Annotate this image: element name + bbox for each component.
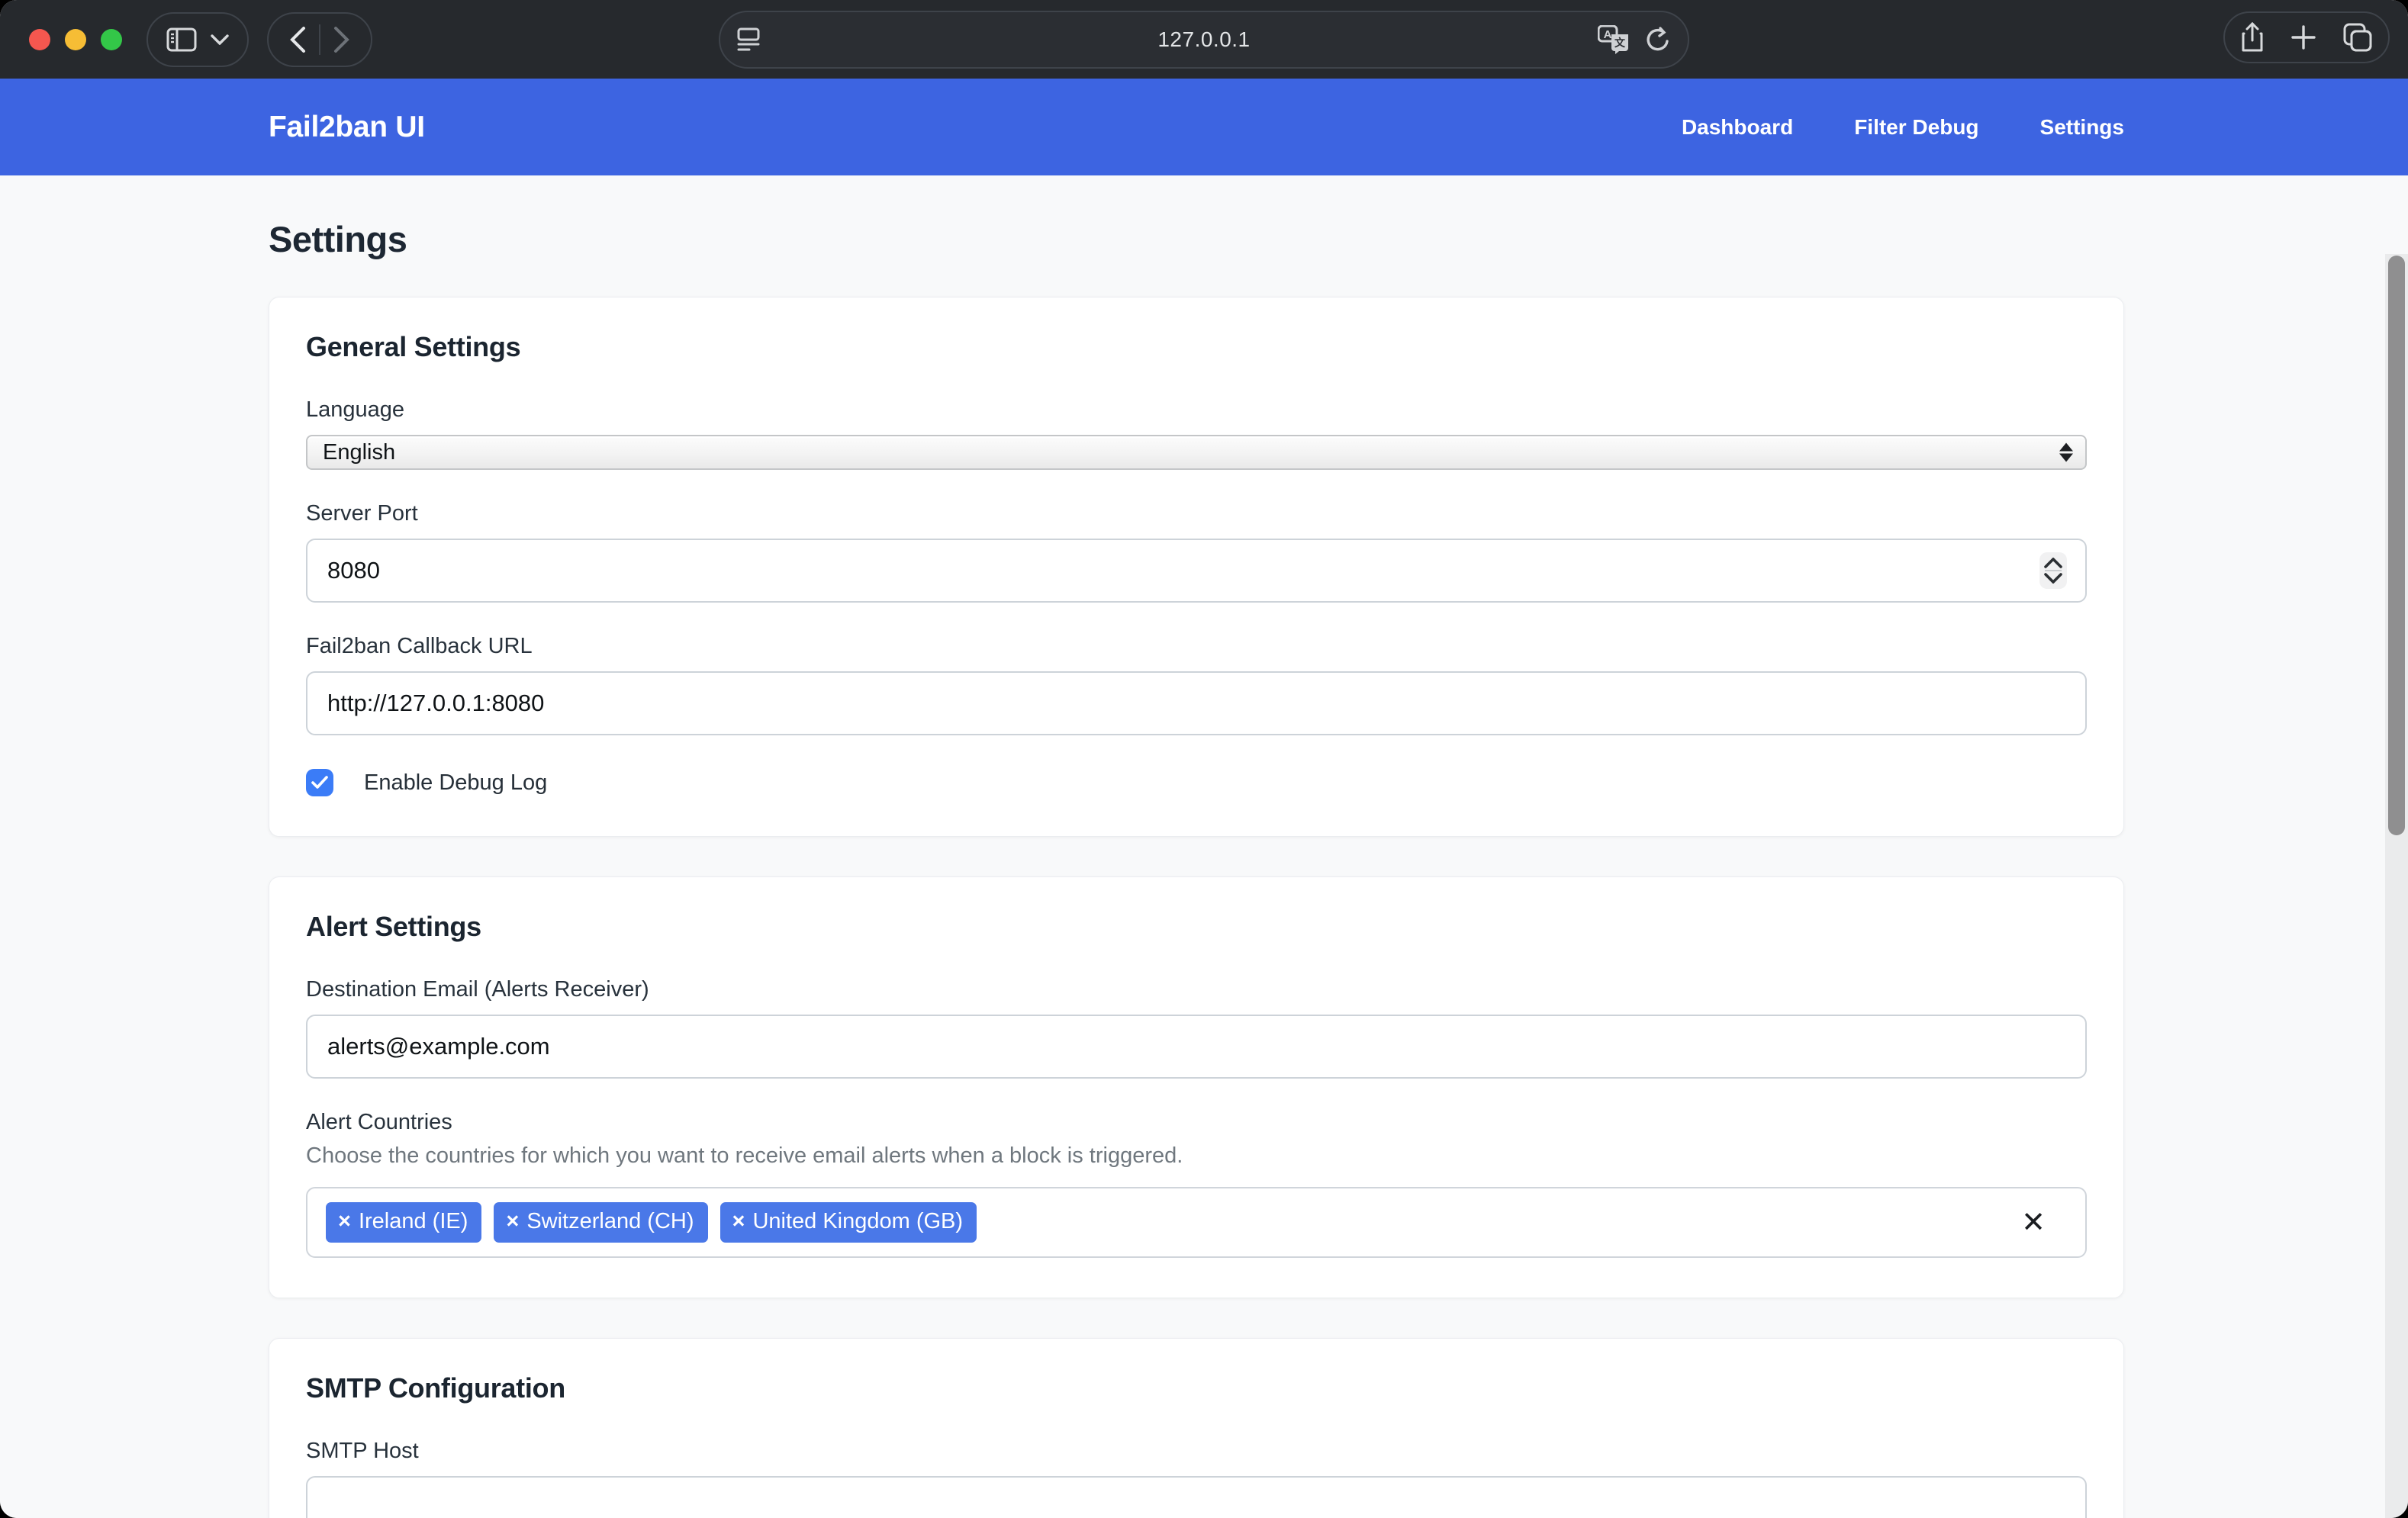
- close-window-button[interactable]: [29, 29, 50, 50]
- number-stepper[interactable]: [2039, 552, 2067, 589]
- browser-window: 127.0.0.1 A 文: [0, 0, 2408, 1518]
- browser-titlebar: 127.0.0.1 A 文: [0, 0, 2408, 79]
- smtp-configuration-heading: SMTP Configuration: [306, 1372, 2087, 1404]
- remove-country-icon[interactable]: ×: [732, 1209, 745, 1234]
- tab-actions-group: [2223, 11, 2390, 63]
- address-bar[interactable]: 127.0.0.1 A 文: [719, 11, 1689, 69]
- nav-link-dashboard[interactable]: Dashboard: [1682, 115, 1793, 140]
- chevron-down-icon[interactable]: [211, 34, 229, 45]
- svg-text:文: 文: [1614, 37, 1626, 50]
- sidebar-toggle-group: [146, 12, 249, 67]
- app-brand[interactable]: Fail2ban UI: [269, 111, 425, 144]
- country-tags[interactable]: ×Ireland (IE) ×Switzerland (CH) ×United Ki…: [306, 1187, 2087, 1258]
- nav-link-settings[interactable]: Settings: [2040, 115, 2124, 140]
- translate-icon[interactable]: A 文: [1598, 25, 1630, 54]
- share-icon[interactable]: [2240, 22, 2265, 53]
- callback-url-label: Fail2ban Callback URL: [306, 633, 2087, 659]
- country-tag[interactable]: ×Ireland (IE): [326, 1202, 481, 1243]
- smtp-configuration-card: SMTP Configuration SMTP Host: [269, 1338, 2124, 1518]
- alert-settings-card: Alert Settings Destination Email (Alerts…: [269, 876, 2124, 1298]
- new-tab-icon[interactable]: [2290, 24, 2316, 50]
- debug-log-checkbox[interactable]: [306, 769, 333, 796]
- debug-log-label[interactable]: Enable Debug Log: [364, 770, 547, 796]
- remove-country-icon[interactable]: ×: [506, 1209, 519, 1234]
- tab-overview-icon[interactable]: [2342, 22, 2373, 53]
- clear-countries-icon[interactable]: ✕: [2021, 1208, 2046, 1237]
- back-button[interactable]: [276, 18, 319, 61]
- country-tag[interactable]: ×Switzerland (CH): [494, 1202, 707, 1243]
- language-select-value: English: [323, 440, 395, 465]
- destination-email-input[interactable]: [306, 1015, 2087, 1079]
- smtp-host-label: SMTP Host: [306, 1438, 2087, 1464]
- alert-countries-label: Alert Countries: [306, 1109, 2087, 1135]
- app-navbar: Fail2ban UI Dashboard Filter Debug Setti…: [0, 79, 2408, 175]
- window-controls: [29, 29, 122, 50]
- minimize-window-button[interactable]: [65, 29, 86, 50]
- language-select[interactable]: English: [306, 435, 2087, 470]
- remove-country-icon[interactable]: ×: [338, 1209, 351, 1234]
- destination-email-label: Destination Email (Alerts Receiver): [306, 976, 2087, 1002]
- country-tag[interactable]: ×United Kingdom (GB): [720, 1202, 977, 1243]
- page-title: Settings: [269, 218, 2124, 260]
- server-port-input[interactable]: [306, 539, 2087, 603]
- select-arrows-icon: [2059, 443, 2073, 462]
- history-nav-group: [267, 12, 372, 67]
- page-content: Settings General Settings Language Engli…: [0, 175, 2408, 1518]
- general-settings-card: General Settings Language English Server…: [269, 297, 2124, 837]
- svg-text:A: A: [1604, 28, 1612, 41]
- alert-countries-help: Choose the countries for which you want …: [306, 1143, 2087, 1169]
- server-port-label: Server Port: [306, 500, 2087, 526]
- url-text[interactable]: 127.0.0.1: [720, 27, 1688, 52]
- forward-button[interactable]: [320, 18, 363, 61]
- smtp-host-input[interactable]: [306, 1476, 2087, 1518]
- sidebar-icon[interactable]: [166, 27, 197, 52]
- app-nav-links: Dashboard Filter Debug Settings: [1682, 115, 2124, 140]
- nav-link-filter-debug[interactable]: Filter Debug: [1854, 115, 1978, 140]
- alert-settings-heading: Alert Settings: [306, 911, 2087, 943]
- zoom-window-button[interactable]: [101, 29, 122, 50]
- language-label: Language: [306, 397, 2087, 423]
- scrollbar-thumb[interactable]: [2388, 256, 2405, 835]
- general-settings-heading: General Settings: [306, 331, 2087, 363]
- reload-icon[interactable]: [1645, 26, 1671, 53]
- callback-url-input[interactable]: [306, 671, 2087, 735]
